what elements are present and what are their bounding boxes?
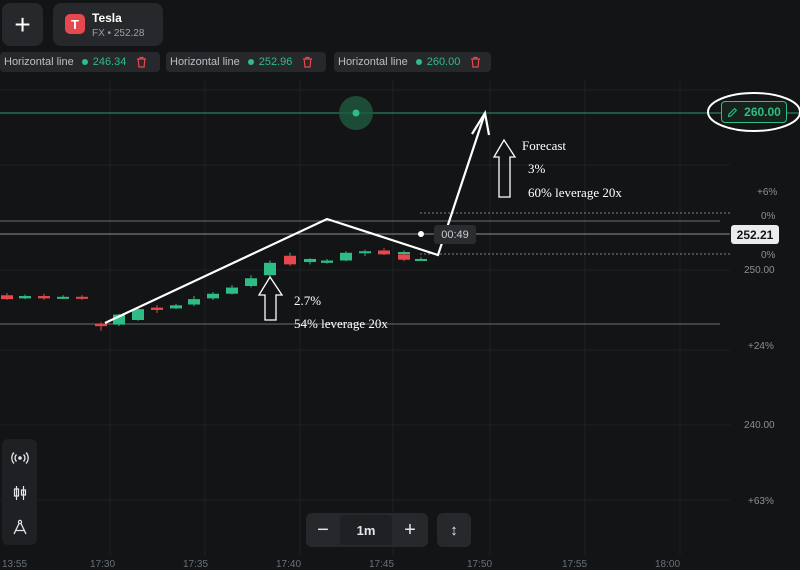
chip-label: Horizontal line: [338, 56, 408, 68]
chip-label: Horizontal line: [4, 56, 74, 68]
time-axis-label: 13:55: [2, 559, 28, 570]
candle-body: [170, 305, 182, 309]
candle-body: [132, 309, 144, 320]
candle-body: [359, 251, 371, 254]
chip-value: 246.34: [92, 56, 127, 68]
candle-body: [226, 287, 238, 294]
axis-percent-label: +63%: [748, 496, 774, 507]
candle-body: [207, 293, 219, 299]
candle-body: [95, 323, 107, 327]
candle-body: [188, 299, 200, 305]
candle-body: [415, 258, 427, 261]
trash-icon[interactable]: [302, 56, 313, 68]
time-axis-label: 17:55: [562, 559, 588, 570]
candle-body: [378, 250, 390, 255]
chart-tool-panel: [2, 439, 37, 545]
line-drag-handle: [352, 109, 360, 117]
chip-value: 252.96: [258, 56, 293, 68]
chip-label: Horizontal line: [170, 56, 240, 68]
candle-body: [321, 260, 333, 263]
axis-percent-label: 0%: [761, 211, 776, 222]
axis-percent-label: 0%: [761, 250, 776, 261]
time-axis-label: 17:40: [276, 559, 302, 570]
candle-body: [245, 278, 257, 287]
axis-price-label: 240.00: [744, 420, 775, 431]
candles-icon[interactable]: [5, 478, 34, 507]
candle-body: [19, 296, 31, 299]
candle-timer: 00:49: [434, 225, 476, 244]
candle-body: [151, 307, 163, 310]
timeframe-button[interactable]: 1m: [340, 515, 392, 545]
green-dot-icon: [247, 59, 254, 65]
add-asset-button[interactable]: +: [2, 3, 43, 46]
time-axis-label: 18:00: [655, 559, 681, 570]
timeframe-control: − 1m +: [306, 513, 428, 547]
annotation-forecast-title: Forecast: [522, 138, 567, 153]
axis-price-label: 250.00: [744, 265, 775, 276]
annotation-left-percent: 2.7%: [294, 293, 322, 308]
horizontal-line-chip-2[interactable]: Horizontal line 252.96: [166, 52, 326, 72]
candle-body: [398, 254, 410, 260]
candle-body: [284, 255, 296, 265]
current-price-dot: [418, 231, 424, 237]
drawn-up-arrow-right: [492, 138, 517, 198]
drawing-compass-icon[interactable]: [5, 513, 34, 542]
horizontal-line-chip-1[interactable]: Horizontal line 246.34: [0, 52, 160, 72]
asset-selector[interactable]: T Tesla FX • 252.28: [53, 3, 163, 46]
candle-body: [57, 296, 69, 299]
chip-value: 260.00: [426, 56, 461, 68]
candle-body: [264, 262, 276, 276]
green-dot-icon: [415, 59, 422, 65]
axis-percent-label: +6%: [757, 187, 778, 198]
asset-price-sub: FX • 252.28: [92, 28, 145, 39]
broadcast-icon[interactable]: [5, 443, 34, 472]
annotation-right-leverage: 60% leverage 20x: [528, 185, 622, 200]
annotation-right-percent: 3%: [528, 161, 546, 176]
candle-body: [1, 295, 13, 300]
trash-icon[interactable]: [136, 56, 147, 68]
time-axis-label: 17:45: [369, 559, 395, 570]
axis-percent-label: +24%: [748, 341, 774, 352]
horizontal-line-chip-3[interactable]: Horizontal line 260.00: [334, 52, 491, 72]
asset-name: Tesla: [92, 11, 122, 25]
target-price-tag[interactable]: 260.00: [721, 101, 787, 123]
candle-body: [76, 296, 88, 299]
drawn-zigzag-trend: [104, 112, 487, 324]
candle-body: [304, 258, 316, 263]
pencil-icon: [727, 107, 738, 117]
zoom-out-button[interactable]: −: [306, 513, 340, 547]
candle-body: [38, 296, 50, 299]
time-axis-label: 17:35: [183, 559, 209, 570]
annotation-left-leverage: 54% leverage 20x: [294, 316, 388, 331]
plus-icon: +: [14, 8, 31, 40]
expand-arrows-icon[interactable]: ↕: [437, 513, 471, 547]
price-chart[interactable]: [0, 0, 800, 567]
time-axis-label: 17:50: [467, 559, 493, 570]
time-axis-label: 17:30: [90, 559, 116, 570]
target-price-value: 260.00: [744, 105, 781, 119]
trash-icon[interactable]: [470, 56, 481, 68]
drawn-up-arrow-left: [257, 275, 284, 321]
current-price-tag: 252.21: [731, 225, 779, 244]
tesla-logo-icon: T: [65, 14, 85, 34]
green-dot-icon: [81, 59, 88, 65]
zoom-in-button[interactable]: +: [392, 513, 428, 547]
candle-body: [340, 252, 352, 261]
